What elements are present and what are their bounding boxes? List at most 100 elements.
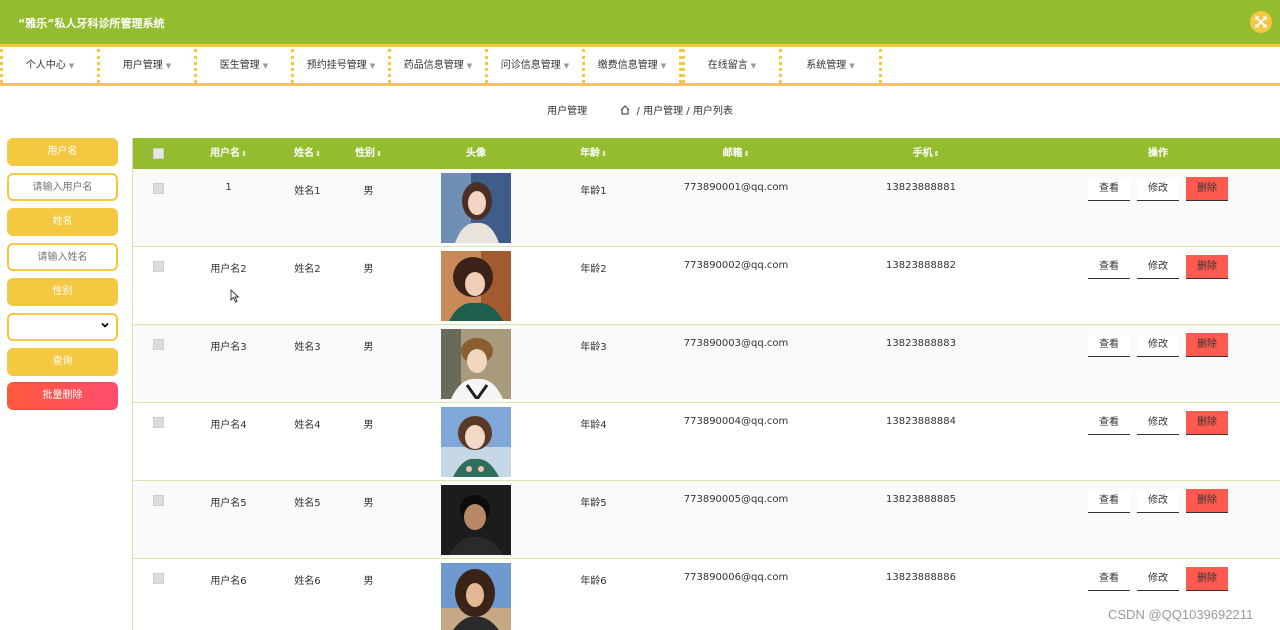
delete-button[interactable]: 删除 [1186,411,1228,435]
row-checkbox[interactable] [153,261,164,272]
nav-user-management[interactable]: 用户管理 ▼ [97,49,197,83]
row-checkbox[interactable] [153,573,164,584]
cell-name: 姓名6 [294,576,321,587]
delete-button[interactable]: 删除 [1186,333,1228,357]
close-expand-icon[interactable] [1250,11,1272,33]
cell-age: 年龄1 [580,186,607,197]
th-label: 姓名 [294,148,315,159]
edit-button[interactable]: 修改 [1137,179,1179,201]
nav-payment-management[interactable]: 缴费信息管理 ▼ [582,49,682,83]
sort-icon: ⇕ [601,150,607,158]
delete-button[interactable]: 删除 [1186,177,1228,201]
cell-gender: 男 [363,186,374,197]
home-icon[interactable] [620,105,630,115]
view-button[interactable]: 查看 [1088,257,1130,279]
nav-consultation-management[interactable]: 问诊信息管理 ▼ [485,49,585,83]
nav-label: 问诊信息管理 [500,60,561,71]
table-row: 1 姓名1 男 年龄1 773890001@qq.com 13823888881… [133,169,1280,247]
row-checkbox[interactable] [153,183,164,194]
nav-online-message[interactable]: 在线留言 ▼ [682,49,782,83]
edit-button[interactable]: 修改 [1137,569,1179,591]
avatar [441,329,511,399]
sort-icon: ⇕ [933,150,940,158]
nav-label: 个人中心 [25,60,66,71]
edit-button[interactable]: 修改 [1137,491,1179,513]
nav-medicine-management[interactable]: 药品信息管理 ▼ [388,49,488,83]
th-name[interactable]: 姓名⇕ [285,138,330,169]
th-phone[interactable]: 手机⇕ [901,138,951,169]
row-checkbox[interactable] [153,495,164,506]
view-button[interactable]: 查看 [1088,413,1130,435]
select-all-checkbox[interactable] [153,148,164,159]
cell-name: 姓名1 [294,186,321,197]
delete-button[interactable]: 删除 [1186,489,1228,513]
th-email[interactable]: 邮箱⇕ [711,138,761,169]
view-button[interactable]: 查看 [1088,179,1130,201]
chevron-down-icon [100,320,110,333]
view-button[interactable]: 查看 [1088,569,1130,591]
th-age[interactable]: 年龄⇕ [571,138,616,169]
avatar [441,407,511,477]
breadcrumb: 用户管理 / 用户管理 / 用户列表 [0,102,1280,117]
nav-appointment-management[interactable]: 预约挂号管理 ▼ [291,49,391,83]
th-label: 邮箱 [722,148,743,159]
cell-name: 姓名3 [294,342,321,353]
nav-system-management[interactable]: 系统管理 ▼ [779,49,882,83]
edit-button[interactable]: 修改 [1137,335,1179,357]
th-username[interactable]: 用户名⇕ [201,138,256,169]
cell-gender: 男 [363,264,374,275]
nav-personal-center[interactable]: 个人中心 ▼ [0,49,100,83]
nav-label: 系统管理 [806,60,847,71]
table-row: 用户名2 姓名2 男 年龄2 773890002@qq.com 13823888… [133,247,1280,325]
th-label: 手机 [912,148,933,159]
user-table: 用户名⇕ 姓名⇕ 性别⇕ 头像 年龄⇕ 邮箱⇕ 手机⇕ 操作 1 姓名1 男 年… [132,138,1280,630]
cell-phone: 13823888881 [886,182,956,193]
view-button[interactable]: 查看 [1088,335,1130,357]
cell-phone: 13823888886 [886,572,956,583]
table-row: 用户名4 姓名4 男 年龄4 773890004@qq.com 13823888… [133,403,1280,481]
sort-icon: ⇕ [376,150,382,158]
cell-phone: 13823888884 [886,416,956,427]
watermark: CSDN @QQ1039692211 [1108,607,1254,622]
breadcrumb-module: 用户管理 [547,106,588,117]
cell-email: 773890006@qq.com [683,572,789,583]
cell-email: 773890005@qq.com [683,494,789,505]
view-button[interactable]: 查看 [1088,491,1130,513]
username-input[interactable] [7,173,118,201]
username-label: 用户名 [7,138,118,166]
cell-email: 773890003@qq.com [683,338,789,349]
avatar [441,485,511,555]
cell-age: 年龄6 [580,576,607,587]
nav-doctor-management[interactable]: 医生管理 ▼ [194,49,294,83]
cell-age: 年龄2 [580,264,607,275]
cell-gender: 男 [363,576,374,587]
th-gender[interactable]: 性别⇕ [346,138,391,169]
cell-username: 用户名2 [210,264,247,275]
query-button[interactable]: 查询 [7,348,118,376]
chevron-down-icon: ▼ [660,62,667,70]
sort-icon: ⇕ [241,150,247,158]
edit-button[interactable]: 修改 [1137,257,1179,279]
cell-gender: 男 [363,498,374,509]
cell-username: 用户名4 [210,420,247,431]
name-input[interactable] [7,243,118,271]
cell-gender: 男 [363,420,374,431]
cell-phone: 13823888882 [886,260,956,271]
cell-name: 姓名2 [294,264,321,275]
avatar [441,251,511,321]
sort-icon: ⇕ [743,150,750,158]
gender-select[interactable] [7,313,118,341]
delete-button[interactable]: 删除 [1186,567,1228,591]
nav-label: 在线留言 [707,60,748,71]
th-avatar: 头像 [466,148,486,159]
chevron-down-icon: ▼ [563,62,570,70]
chevron-down-icon: ▼ [165,62,172,70]
edit-button[interactable]: 修改 [1137,413,1179,435]
cell-username: 1 [225,182,232,193]
row-checkbox[interactable] [153,417,164,428]
nav-label: 药品信息管理 [403,60,464,71]
row-checkbox[interactable] [153,339,164,350]
table-row: 用户名5 姓名5 男 年龄5 773890005@qq.com 13823888… [133,481,1280,559]
batch-delete-button[interactable]: 批量删除 [7,382,118,410]
delete-button[interactable]: 删除 [1186,255,1228,279]
